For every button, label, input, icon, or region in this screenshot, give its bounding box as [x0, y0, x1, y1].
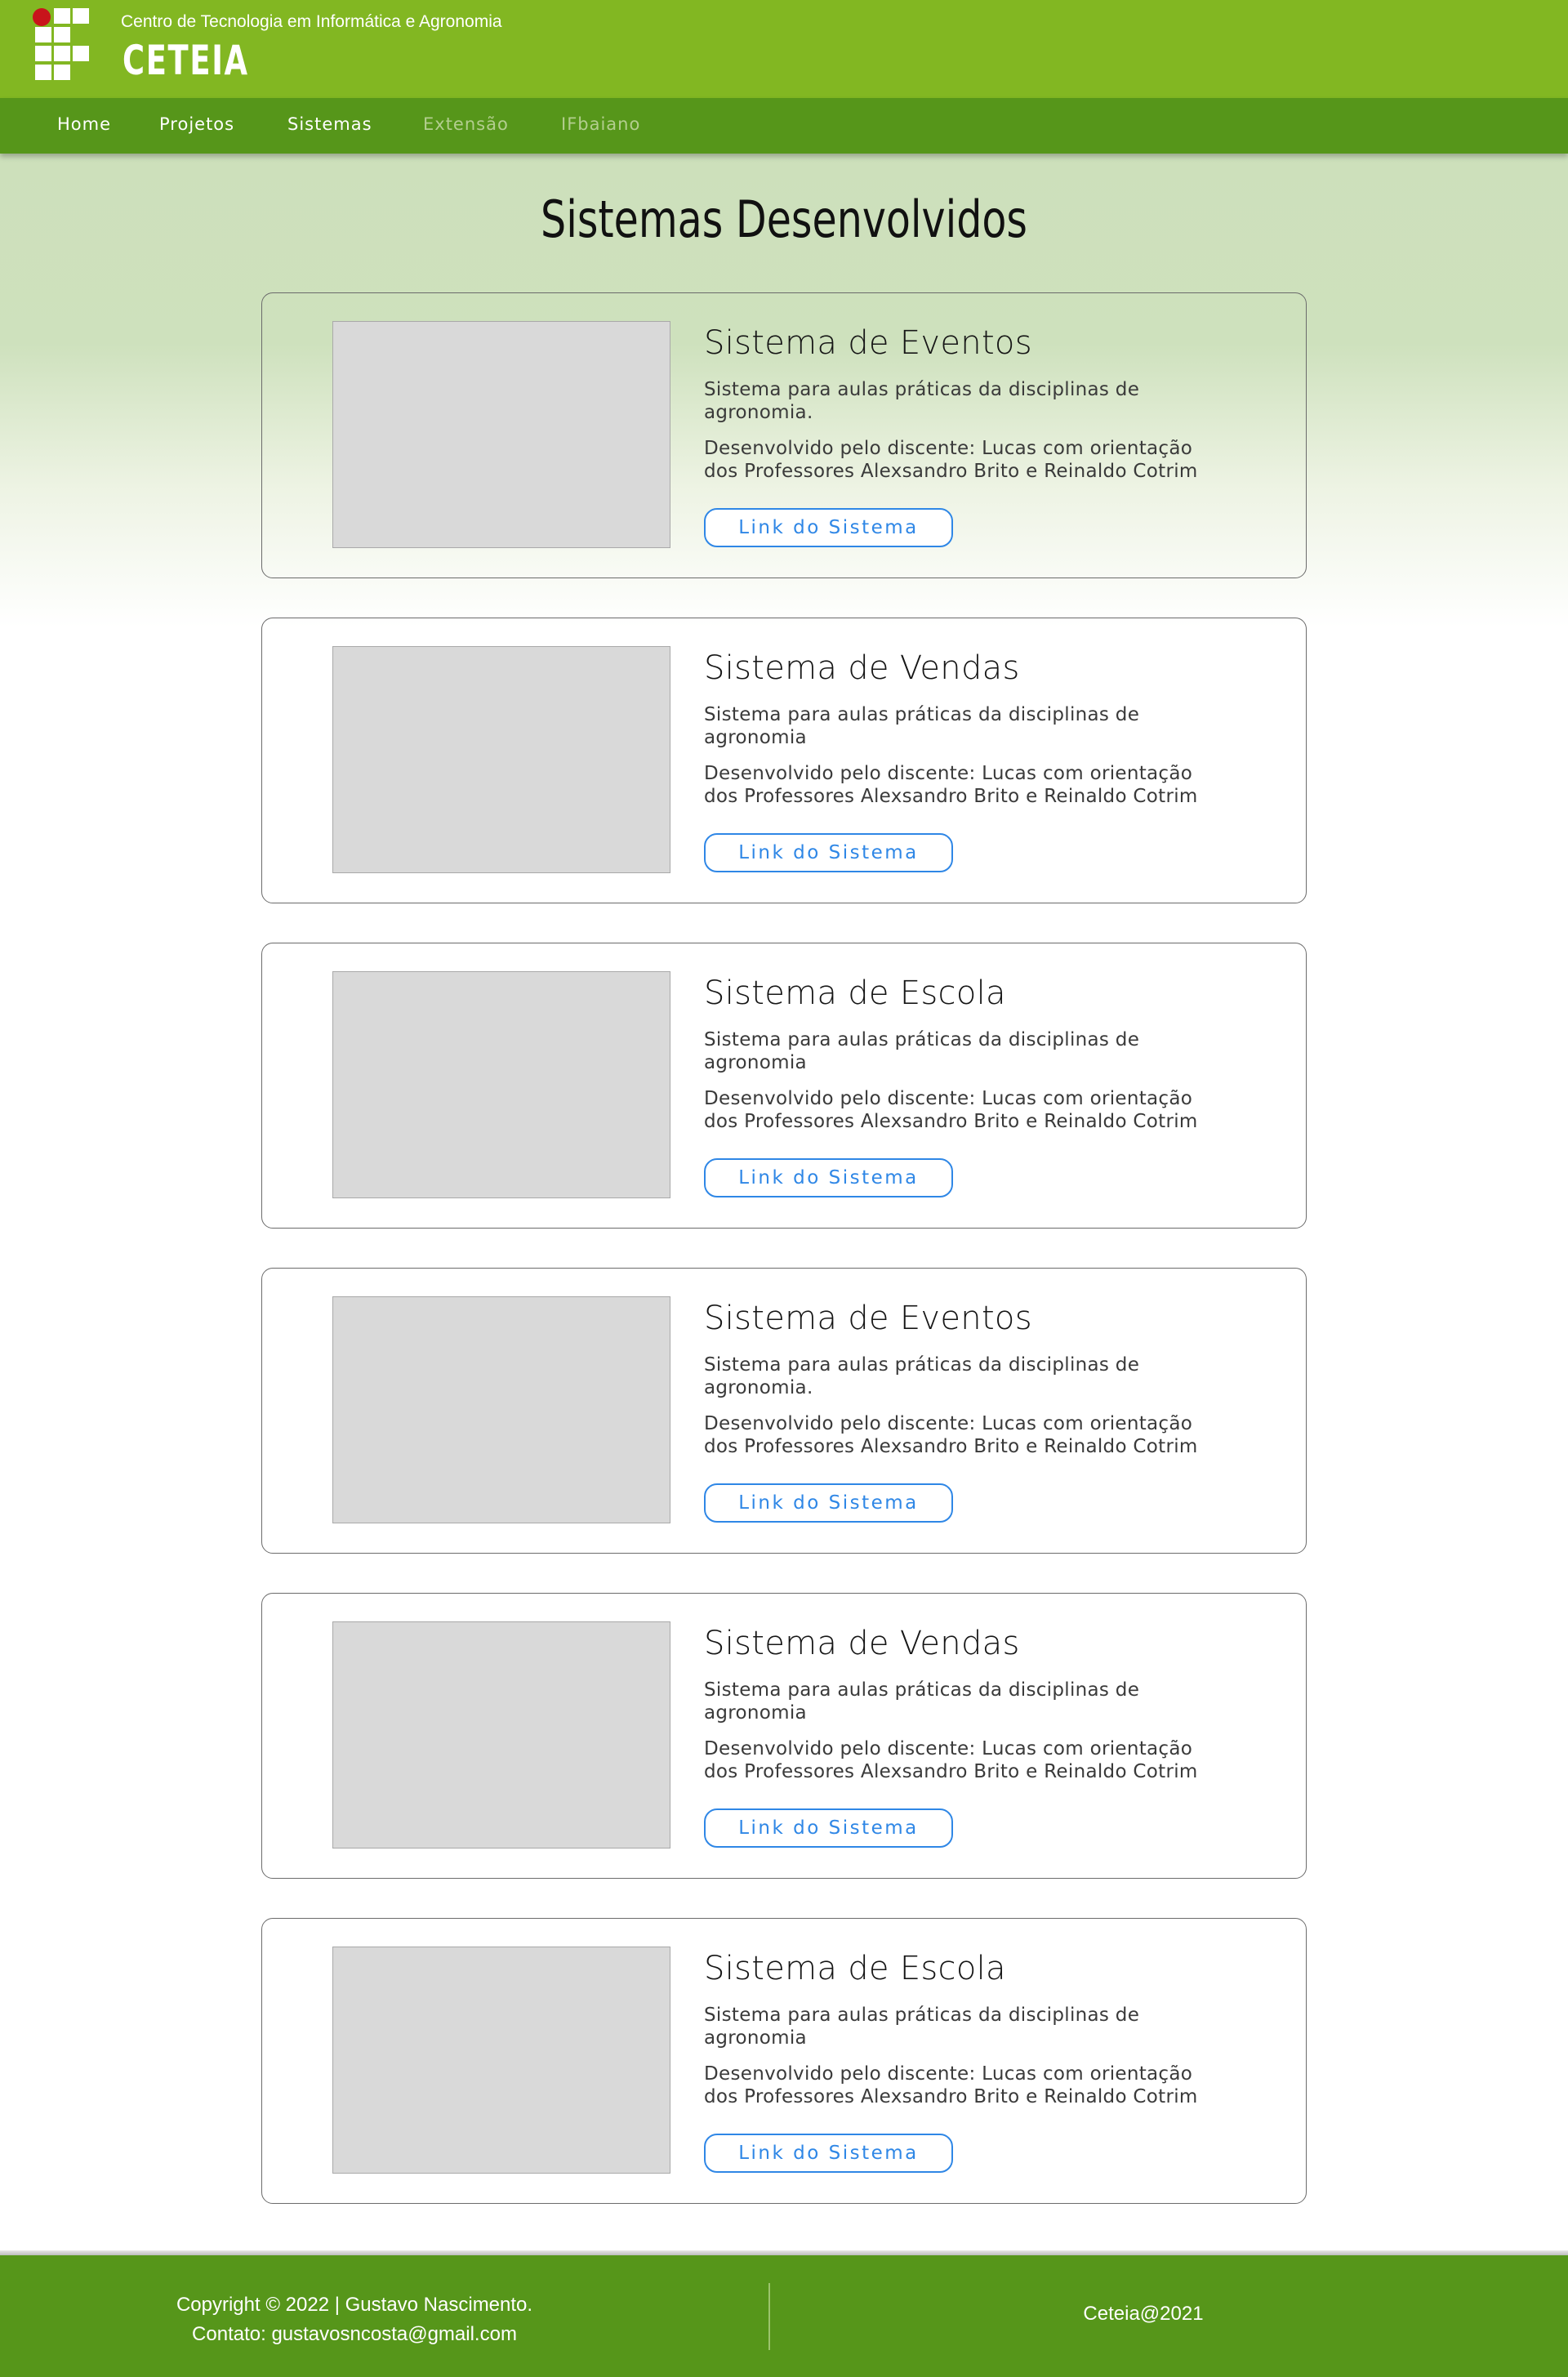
system-developer: Desenvolvido pelo discente: Lucas com or…	[704, 1738, 1198, 1782]
system-title: Sistema de Eventos	[704, 324, 1032, 362]
system-image-placeholder	[332, 1947, 670, 2174]
system-image-placeholder	[332, 971, 670, 1198]
footer-divider	[768, 2283, 770, 2350]
org-name: Centro de Tecnologia em Informática e Ag…	[121, 12, 502, 31]
system-title: Sistema de Vendas	[704, 649, 1020, 687]
system-link-button[interactable]: Link do Sistema	[704, 1158, 953, 1197]
logo-red-dot	[33, 8, 51, 26]
system-title: Sistema de Escola	[704, 1950, 1006, 1987]
system-image-placeholder	[332, 1621, 670, 1849]
footer-right-text: Ceteia@2021	[1083, 2303, 1204, 2325]
site-header: Centro de Tecnologia em Informática e Ag…	[0, 0, 1568, 98]
system-description: Sistema para aulas práticas da disciplin…	[704, 1679, 1140, 1724]
footer-contact: Contato: gustavosncosta@gmail.com	[192, 2323, 517, 2345]
system-link-button[interactable]: Link do Sistema	[704, 833, 953, 872]
nav-home[interactable]: Home	[57, 114, 111, 134]
brand-name[interactable]: CETEIA	[122, 37, 249, 84]
system-link-button[interactable]: Link do Sistema	[704, 1483, 953, 1523]
system-card: Sistema de Eventos Sistema para aulas pr…	[261, 1268, 1307, 1554]
system-card: Sistema de Escola Sistema para aulas prá…	[261, 943, 1307, 1229]
site-footer: Copyright © 2022 | Gustavo Nascimento. C…	[0, 2255, 1568, 2377]
system-card: Sistema de Eventos Sistema para aulas pr…	[261, 292, 1307, 578]
system-description: Sistema para aulas práticas da disciplin…	[704, 1029, 1140, 1073]
system-developer: Desenvolvido pelo discente: Lucas com or…	[704, 763, 1198, 807]
system-link-button[interactable]: Link do Sistema	[704, 2134, 953, 2173]
system-title: Sistema de Escola	[704, 974, 1006, 1012]
system-description: Sistema para aulas práticas da disciplin…	[704, 704, 1140, 748]
system-card: Sistema de Vendas Sistema para aulas prá…	[261, 618, 1307, 903]
system-image-placeholder	[332, 1296, 670, 1523]
nav-ifbaiano[interactable]: IFbaiano	[561, 114, 640, 134]
system-description: Sistema para aulas práticas da disciplin…	[704, 379, 1140, 423]
system-title: Sistema de Eventos	[704, 1300, 1032, 1337]
system-description: Sistema para aulas práticas da disciplin…	[704, 2005, 1140, 2049]
system-image-placeholder	[332, 321, 670, 548]
footer-credits: Copyright © 2022 | Gustavo Nascimento. C…	[175, 2290, 534, 2349]
system-link-button[interactable]: Link do Sistema	[704, 1808, 953, 1848]
system-developer: Desenvolvido pelo discente: Lucas com or…	[704, 1088, 1198, 1132]
system-description: Sistema para aulas práticas da disciplin…	[704, 1354, 1140, 1398]
nav-extensao[interactable]: Extensão	[423, 114, 509, 134]
system-card: Sistema de Vendas Sistema para aulas prá…	[261, 1593, 1307, 1879]
system-title: Sistema de Vendas	[704, 1625, 1020, 1662]
system-link-button[interactable]: Link do Sistema	[704, 508, 953, 547]
nav-sistemas[interactable]: Sistemas	[287, 114, 372, 134]
main-nav: Home Projetos Sistemas Extensão IFbaiano	[0, 98, 1568, 154]
system-image-placeholder	[332, 646, 670, 873]
system-developer: Desenvolvido pelo discente: Lucas com or…	[704, 438, 1198, 482]
nav-projetos[interactable]: Projetos	[159, 114, 234, 134]
system-card: Sistema de Escola Sistema para aulas prá…	[261, 1918, 1307, 2204]
page-title: Sistemas Desenvolvidos	[541, 190, 1027, 249]
system-developer: Desenvolvido pelo discente: Lucas com or…	[704, 1413, 1198, 1457]
system-developer: Desenvolvido pelo discente: Lucas com or…	[704, 2063, 1198, 2107]
footer-copyright: Copyright © 2022 | Gustavo Nascimento.	[176, 2294, 533, 2316]
ifbaiano-logo[interactable]	[31, 8, 90, 83]
